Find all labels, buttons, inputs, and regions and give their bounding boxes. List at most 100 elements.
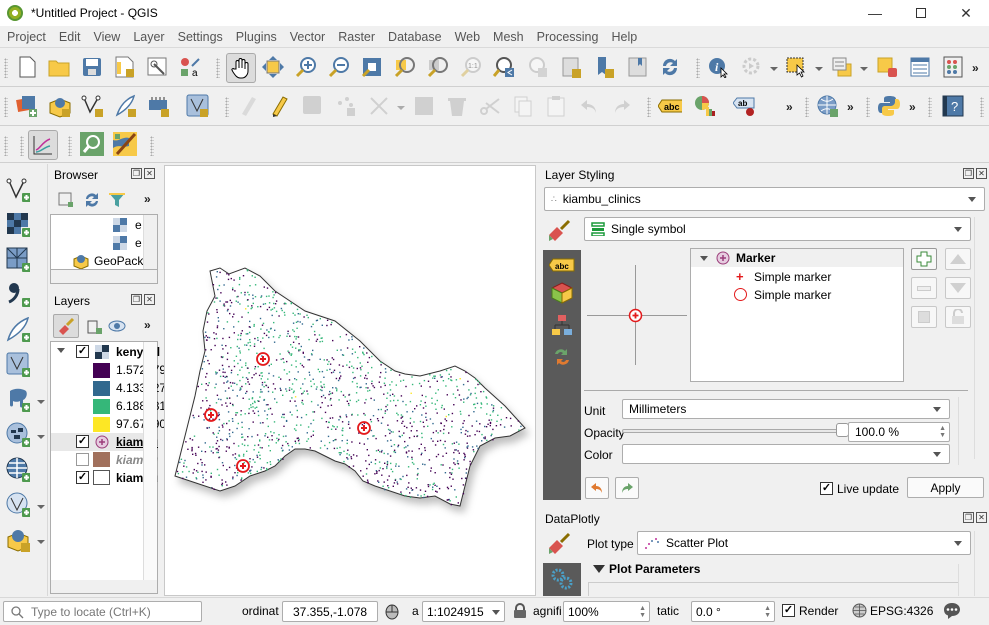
add-vector-layer-icon[interactable] <box>6 178 30 202</box>
zoom-out-icon[interactable] <box>327 55 351 79</box>
dataplotly-vertical-scrollbar[interactable] <box>974 531 987 596</box>
run-feature-action-icon[interactable] <box>740 55 764 79</box>
add-selected-layers-icon[interactable] <box>54 188 78 212</box>
apply-button[interactable]: Apply <box>907 477 984 498</box>
add-group-icon[interactable] <box>82 314 106 338</box>
help-contents-icon[interactable]: ? <box>941 94 965 118</box>
new-print-layout-icon[interactable] <box>112 55 136 79</box>
close-panel-icon[interactable]: ✕ <box>144 168 155 179</box>
paste-features-icon[interactable] <box>544 94 568 118</box>
add-xyz-layer-icon[interactable] <box>6 457 30 482</box>
close-button[interactable]: ✕ <box>943 0 989 26</box>
add-geopackage-layer-icon[interactable] <box>6 528 30 552</box>
show-bookmarks-icon[interactable] <box>592 55 616 79</box>
toolbar-grip[interactable] <box>980 97 984 117</box>
close-panel-icon[interactable]: ✕ <box>976 512 987 523</box>
zoom-last-icon[interactable] <box>492 55 516 79</box>
layout-manager-icon[interactable] <box>145 55 169 79</box>
spin-arrows-icon[interactable]: ▲ ▼ <box>639 605 646 619</box>
dataplotly-icon[interactable] <box>28 130 58 160</box>
refresh-browser-icon[interactable] <box>80 188 104 212</box>
add-raster-layer-icon[interactable] <box>6 213 30 237</box>
copy-features-icon[interactable] <box>511 94 535 118</box>
zoom-full-icon[interactable] <box>360 55 384 79</box>
toolbar-overflow-button[interactable]: » <box>786 100 793 114</box>
select-features-icon[interactable] <box>785 55 809 79</box>
symbol-tree-root[interactable]: Marker <box>736 251 775 265</box>
delete-selected-icon[interactable] <box>445 94 469 118</box>
add-mesh-layer-icon[interactable] <box>6 247 30 272</box>
python-console-icon[interactable] <box>877 94 901 118</box>
add-wms-dropdown[interactable] <box>37 435 45 439</box>
new-spatial-bookmark-icon[interactable] <box>559 55 583 79</box>
expand-toggle-icon[interactable] <box>700 256 708 261</box>
select-features-dropdown[interactable] <box>815 67 823 71</box>
coordinate-input[interactable]: 37.355,-1.078 <box>282 601 378 622</box>
scale-combo[interactable]: 1:1024915 <box>422 601 505 622</box>
rotation-spinbox[interactable]: 0.0 ° ▲ ▼ <box>691 601 775 622</box>
new-temporary-bookmark-icon[interactable] <box>625 55 649 79</box>
style-layer-icon[interactable] <box>53 314 79 338</box>
add-spatialite-layer-icon[interactable] <box>6 317 30 342</box>
history-tab-icon[interactable] <box>551 346 573 368</box>
add-delimited-text-layer-icon[interactable] <box>6 283 30 307</box>
remove-symbol-layer-button[interactable] <box>911 277 937 299</box>
layer-labeling-icon[interactable]: abc <box>658 94 682 118</box>
menu-database[interactable]: Database <box>381 30 448 44</box>
spin-arrows-icon[interactable]: ▲ ▼ <box>764 605 771 619</box>
zoom-next-icon[interactable] <box>525 55 549 79</box>
identify-features-icon[interactable]: i <box>706 55 730 79</box>
mouse-pointer-icon[interactable] <box>383 602 401 620</box>
styling-vertical-scrollbar[interactable] <box>974 217 987 459</box>
new-shapefile-layer-icon[interactable] <box>81 94 105 118</box>
toolbar-grip[interactable] <box>696 58 700 78</box>
undo-icon[interactable] <box>577 94 601 118</box>
magnifier-spinbox[interactable]: 100% ▲ ▼ <box>563 601 650 622</box>
plot-type-combo[interactable]: Scatter Plot <box>637 531 971 555</box>
browser-horizontal-scrollbar[interactable] <box>50 270 158 284</box>
expand-toggle-icon[interactable] <box>57 348 65 353</box>
toolbar-overflow-button[interactable]: » <box>909 100 916 114</box>
toolbar-grip[interactable] <box>805 97 809 117</box>
filter-browser-icon[interactable] <box>105 188 129 212</box>
vertex-tool-dropdown[interactable] <box>397 106 405 110</box>
close-panel-icon[interactable]: ✕ <box>144 294 155 305</box>
browser-vertical-scrollbar[interactable] <box>143 215 157 269</box>
color-button[interactable] <box>622 444 950 464</box>
redo-style-button[interactable] <box>615 477 639 499</box>
menu-layer[interactable]: Layer <box>126 30 170 44</box>
new-geopackage-layer-icon[interactable] <box>48 94 72 118</box>
unit-combo[interactable]: Millimeters <box>622 399 950 419</box>
layers-horizontal-scrollbar[interactable] <box>50 580 158 594</box>
menu-processing[interactable]: Processing <box>530 30 605 44</box>
new-project-icon[interactable] <box>15 55 39 79</box>
undo-style-button[interactable] <box>585 477 609 499</box>
add-wms-layer-icon[interactable] <box>6 422 30 447</box>
lock-scale-icon[interactable] <box>514 603 526 618</box>
open-project-icon[interactable] <box>47 55 71 79</box>
layer-visibility-checkbox[interactable]: ✓ <box>76 471 89 484</box>
plot-parameters-section[interactable]: Plot Parameters <box>609 562 700 576</box>
statistical-summary-icon[interactable] <box>941 55 965 79</box>
current-edits-icon[interactable] <box>186 94 210 118</box>
symbol-layer-item[interactable]: Simple marker <box>754 288 831 302</box>
toolbar-grip[interactable] <box>20 136 24 156</box>
opacity-slider[interactable] <box>622 429 846 433</box>
menu-raster[interactable]: Raster <box>331 30 381 44</box>
crs-button[interactable]: EPSG:4326 <box>870 604 933 618</box>
menu-plugins[interactable]: Plugins <box>229 30 283 44</box>
pan-to-selection-icon[interactable] <box>261 55 285 79</box>
layer-diagram-icon[interactable] <box>693 94 717 118</box>
browser-item[interactable]: e <box>135 236 142 250</box>
add-virtual-layer-icon[interactable] <box>6 352 30 377</box>
add-wfs-dropdown[interactable] <box>37 505 45 509</box>
toolbar-overflow-button[interactable]: » <box>972 61 979 75</box>
modify-attributes-icon[interactable] <box>412 94 436 118</box>
move-down-button[interactable] <box>945 277 971 299</box>
toolbar-grip[interactable] <box>225 97 229 117</box>
close-panel-icon[interactable]: ✕ <box>976 168 987 179</box>
pencil-icon[interactable] <box>268 94 292 118</box>
menu-project[interactable]: Project <box>0 30 52 44</box>
browser-item[interactable]: GeoPack <box>94 254 143 268</box>
float-panel-icon[interactable]: ❐ <box>131 168 142 179</box>
